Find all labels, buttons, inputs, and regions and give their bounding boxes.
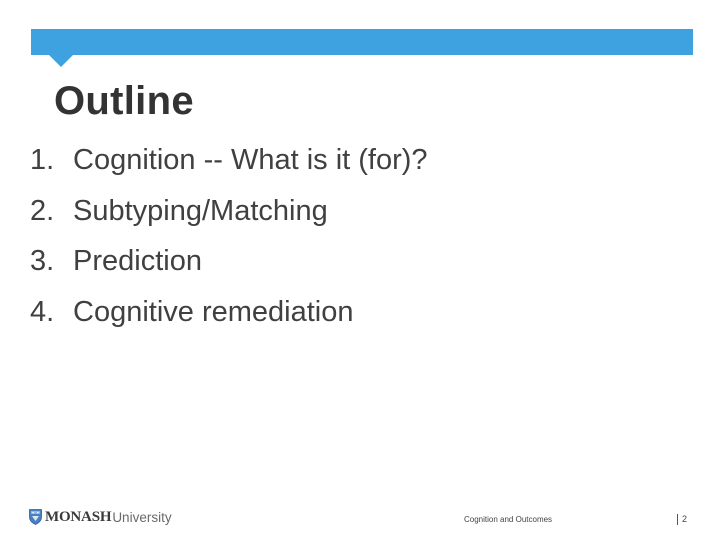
outline-item-number: 1. (30, 144, 55, 176)
outline-item: 1. Cognition -- What is it (for)? (30, 142, 428, 193)
header-pointer-triangle (48, 54, 74, 67)
outline-item-label: Subtyping/Matching (73, 194, 328, 227)
header-accent-bar (31, 29, 693, 55)
logo-text-university: University (112, 509, 172, 525)
page-number-value: 2 (682, 514, 688, 524)
slide-title: Outline (54, 79, 194, 123)
outline-list: 1. Cognition -- What is it (for)? 2. Subty… (30, 142, 428, 344)
outline-item-number: 3. (30, 245, 55, 277)
outline-item-label: Prediction (73, 245, 202, 277)
outline-item: 2. Subtyping/Matching (30, 193, 428, 244)
footer-caption: Cognition and Outcomes (464, 515, 553, 524)
outline-item-label: Cognition -- What is it (for)? (73, 144, 428, 176)
monash-shield-icon (29, 509, 42, 525)
logo-text-monash: MONASH (45, 508, 112, 525)
outline-item-label: Cognitive remediation (73, 295, 354, 328)
page-number-separator (677, 513, 678, 525)
outline-item: 4. Cognitive remediation (30, 294, 428, 345)
outline-item: 3. Prediction (30, 243, 428, 294)
outline-item-number: 2. (30, 194, 55, 227)
outline-item-number: 4. (30, 295, 55, 328)
page-number: 2 (677, 513, 687, 525)
monash-university-logo: MONASH University (29, 508, 172, 526)
